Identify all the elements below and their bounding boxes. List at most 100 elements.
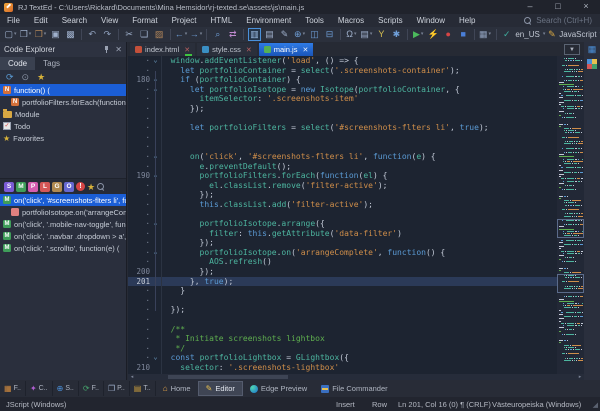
code-line-207[interactable]: · * Initiate screenshots lightbox: [128, 334, 557, 344]
split-horizontal-button[interactable]: ◫: [308, 28, 321, 41]
code-line-205[interactable]: ·: [128, 315, 557, 325]
compare-button[interactable]: ⇄: [226, 28, 239, 41]
editor-view-button[interactable]: ▥: [248, 28, 261, 41]
code-line-209[interactable]: ·⌄ const portfolioLightbox = GLightbox({: [128, 353, 557, 363]
menu-project[interactable]: Project: [165, 14, 204, 27]
refresh-icon[interactable]: ⟳: [6, 72, 14, 83]
status-syntax-mode[interactable]: JScript (Windows): [6, 400, 66, 409]
code-line-210[interactable]: 210 selector: '.screenshots-lightbox': [128, 363, 557, 373]
redo-button[interactable]: ↷: [101, 28, 114, 41]
record-macro-button[interactable]: ●: [442, 28, 455, 41]
minimap[interactable]: [557, 56, 584, 374]
split-vertical-button[interactable]: ⊟: [323, 28, 336, 41]
status-row-mode[interactable]: Row: [372, 400, 387, 409]
pin-icon[interactable]: [103, 46, 110, 53]
open-folder-button[interactable]: ❐▾: [19, 28, 32, 41]
code-line-179[interactable]: · let portfolioContainer = select('.scre…: [128, 66, 557, 76]
fold-icon[interactable]: ⌄: [150, 56, 161, 66]
status-insert-mode[interactable]: Insert: [336, 400, 355, 409]
new-file-button[interactable]: ▢▾: [4, 28, 17, 41]
tab-list-dropdown[interactable]: ▼: [564, 44, 580, 55]
plugins-button[interactable]: ✱: [390, 28, 403, 41]
code-line-184[interactable]: ·: [128, 114, 557, 124]
files-panel-tab[interactable]: ▦F..: [0, 381, 26, 396]
explorer-tab-code[interactable]: Code: [0, 57, 35, 70]
tree-item[interactable]: Module: [0, 108, 126, 120]
projects-panel-tab[interactable]: ❐P..: [104, 381, 130, 396]
member-item[interactable]: portfolioIsotope.on('arrangeComplete', f: [0, 206, 126, 218]
menu-window[interactable]: Window: [410, 14, 452, 27]
filter-labels-button[interactable]: L: [40, 182, 50, 192]
stop-button[interactable]: ■: [457, 28, 470, 41]
paste-button[interactable]: ▨: [153, 28, 166, 41]
member-item[interactable]: Mon('click', '.mobile-nav-toggle', funct…: [0, 218, 126, 230]
code-line-194[interactable]: ·: [128, 210, 557, 220]
code-line-189[interactable]: · e.preventDefault();: [128, 162, 557, 172]
menu-view[interactable]: View: [94, 14, 125, 27]
editor-view-tab[interactable]: ✎Editor: [198, 381, 243, 396]
sync-panel-tab[interactable]: ⊕S..: [53, 381, 79, 396]
copy-button[interactable]: ❏: [138, 28, 151, 41]
syntax-select[interactable]: JavaScript▾: [560, 28, 599, 41]
member-item[interactable]: Mon('click', '.scrollto', function(e) (: [0, 242, 126, 254]
status-caret-position[interactable]: Ln 201, Col 16 (0) ¶ (CRLF): [398, 400, 491, 409]
layout-grid-button[interactable]: ▦▾: [479, 28, 492, 41]
file-commander-tab[interactable]: File Commander: [314, 381, 394, 396]
code-line-201[interactable]: 201 }, true);: [128, 277, 557, 287]
code-line-187[interactable]: ·: [128, 142, 557, 152]
tab-close-icon[interactable]: ✕: [184, 46, 190, 54]
filter-methods-button[interactable]: M: [16, 182, 26, 192]
clips-panel-tab[interactable]: ✦C..: [26, 381, 53, 396]
code-line-195[interactable]: ·⌄ portfolioIsotope.arrange({: [128, 219, 557, 229]
menu-scripts[interactable]: Scripts: [371, 14, 409, 27]
cut-button[interactable]: ✂: [123, 28, 136, 41]
code-line-193[interactable]: · this.classList.add('filter-active');: [128, 200, 557, 210]
code-line-186[interactable]: ·: [128, 133, 557, 143]
menu-help[interactable]: Help: [452, 14, 482, 27]
tree-item[interactable]: ★Favorites: [0, 132, 126, 144]
code-line-204[interactable]: · });: [128, 305, 557, 315]
code-line-199[interactable]: · AOS.refresh(): [128, 257, 557, 267]
code-line-202[interactable]: · }: [128, 286, 557, 296]
document-tab-style.css[interactable]: style.css✕: [197, 43, 257, 56]
special-chars-button[interactable]: Ω▾: [345, 28, 358, 41]
options-icon[interactable]: ⊙: [22, 72, 30, 83]
fold-icon[interactable]: ⌄: [150, 353, 161, 363]
filter-globals-button[interactable]: G: [52, 182, 62, 192]
open-remote-button[interactable]: ❒▾: [34, 28, 47, 41]
back-button[interactable]: ←▾: [174, 28, 187, 41]
code-line-203[interactable]: ·: [128, 296, 557, 306]
menu-search[interactable]: Search: [55, 14, 94, 27]
code-editor[interactable]: ·⌄ window.addEventListener('load', () =>…: [128, 56, 557, 374]
home-view-tab[interactable]: ⌂Home: [156, 381, 198, 396]
code-line-197[interactable]: · });: [128, 238, 557, 248]
tree-item[interactable]: Nfunction() (: [0, 84, 126, 96]
errors-filter-button[interactable]: !: [76, 182, 85, 191]
menu-edit[interactable]: Edit: [27, 14, 55, 27]
plugin-icon[interactable]: [587, 59, 597, 69]
menu-format[interactable]: Format: [125, 14, 164, 27]
horizontal-scroll-thumb[interactable]: [168, 375, 288, 379]
code-line-183[interactable]: · });: [128, 104, 557, 114]
member-item[interactable]: Mon('click', '.navbar .dropdown > a', fu…: [0, 230, 126, 242]
code-line-191[interactable]: · el.classList.remove('filter-active');: [128, 181, 557, 191]
tab-close-icon[interactable]: ✕: [246, 46, 252, 54]
favorites-filter-button[interactable]: ★: [87, 182, 95, 192]
code-line-192[interactable]: · });: [128, 190, 557, 200]
code-line-180[interactable]: 180⌄ if (portfolioContainer) {: [128, 75, 557, 85]
validate-button[interactable]: Y: [375, 28, 388, 41]
save-button[interactable]: ▣: [49, 28, 62, 41]
edit-syntax-icon[interactable]: ✎: [545, 28, 558, 41]
filter-objects-button[interactable]: O: [64, 182, 74, 192]
search-button[interactable]: ⌕: [211, 28, 224, 41]
member-item[interactable]: Mon('click', '#screenshots-flters li', f…: [0, 194, 126, 206]
code-line-198[interactable]: ·⌄ portfolioIsotope.on('arrangeComplete'…: [128, 248, 557, 258]
edit-document-button[interactable]: ✎: [278, 28, 291, 41]
filter-properties-button[interactable]: P: [28, 182, 38, 192]
run-button[interactable]: ▶▾: [412, 28, 425, 41]
spell-check-button[interactable]: ✓: [500, 28, 513, 41]
run-script-button[interactable]: ⚡: [427, 28, 440, 41]
menu-macros[interactable]: Macros: [331, 14, 371, 27]
menu-file[interactable]: File: [0, 14, 27, 27]
code-line-188[interactable]: ·⌄ on('click', '#screenshots-flters li',…: [128, 152, 557, 162]
